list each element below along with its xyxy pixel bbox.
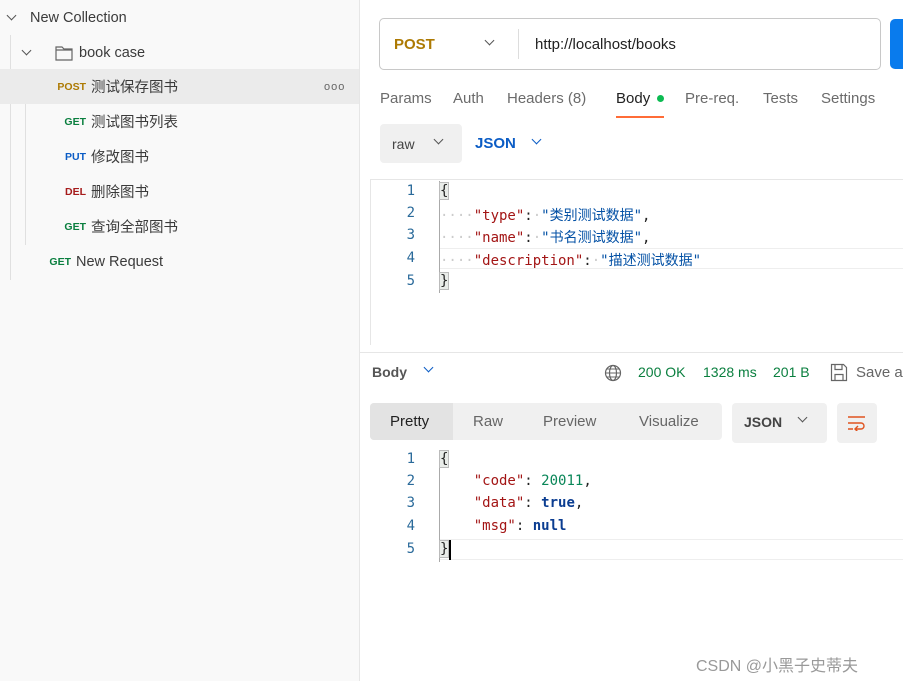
code-line: "code": 20011,	[473, 473, 592, 489]
view-raw[interactable]: Raw	[473, 413, 503, 430]
tab-body[interactable]: Body	[616, 90, 650, 107]
folder-icon	[55, 45, 73, 61]
response-body-select[interactable]: Body	[372, 364, 407, 380]
method-badge: DEL	[65, 185, 86, 198]
method-select[interactable]: POST	[394, 36, 435, 53]
request-item[interactable]: GET 查询全部图书	[0, 209, 359, 244]
modified-dot-icon	[657, 95, 664, 102]
save-icon	[830, 363, 848, 382]
tab-headers[interactable]: Headers (8)	[507, 90, 586, 107]
send-button[interactable]	[890, 19, 903, 69]
code-line: "data": true,	[473, 495, 584, 511]
code-line: {	[438, 450, 450, 468]
chevron-down-icon[interactable]	[484, 35, 495, 46]
request-item[interactable]: PUT 修改图书	[0, 139, 359, 174]
active-tab-indicator	[616, 116, 664, 118]
response-time[interactable]: 1328 ms	[703, 364, 757, 380]
line-number: 4	[406, 250, 415, 266]
code-line: ····"type":·"类别测试数据",	[440, 208, 651, 224]
chevron-down-icon[interactable]	[423, 362, 434, 373]
method-badge: POST	[57, 80, 86, 93]
tab-pre-request[interactable]: Pre-req.	[685, 90, 739, 107]
method-badge: GET	[64, 220, 86, 233]
chevron-down-icon	[6, 10, 17, 21]
method-badge: GET	[49, 255, 71, 268]
folder-book-case[interactable]: book case	[0, 35, 359, 70]
request-item[interactable]: POST 测试保存图书 ooo	[0, 69, 359, 104]
line-number: 1	[406, 451, 415, 467]
code-line: {	[438, 182, 450, 200]
request-name: New Request	[76, 253, 164, 270]
body-language-select[interactable]: JSON	[475, 135, 516, 152]
body-mode-label: raw	[392, 136, 415, 152]
line-number: 2	[406, 205, 415, 221]
chevron-down-icon	[797, 412, 808, 423]
code-line: ····"name":·"书名测试数据",	[440, 230, 651, 246]
globe-icon[interactable]	[604, 364, 622, 382]
request-name: 测试图书列表	[91, 115, 178, 131]
line-number: 4	[406, 518, 415, 534]
wrap-lines-icon	[848, 416, 865, 431]
text-cursor	[449, 540, 451, 560]
chevron-down-icon[interactable]	[531, 134, 542, 145]
method-badge: PUT	[65, 150, 86, 163]
view-visualize[interactable]: Visualize	[639, 413, 699, 430]
line-number: 2	[406, 473, 415, 489]
chevron-down-icon	[21, 45, 32, 56]
code-line: ····"description":·"描述测试数据"	[440, 253, 702, 269]
line-number: 5	[406, 273, 415, 289]
save-response-button[interactable]: Save a	[856, 364, 903, 381]
watermark: CSDN @小黑子史蒂夫	[696, 658, 859, 675]
url-bar: POST http://localhost/books	[379, 18, 881, 70]
tab-tests[interactable]: Tests	[763, 90, 798, 107]
line-number: 3	[406, 227, 415, 243]
more-options-icon[interactable]: ooo	[324, 81, 345, 93]
request-item[interactable]: GET New Request	[0, 244, 359, 279]
format-label: JSON	[744, 414, 783, 430]
tab-params[interactable]: Params	[380, 90, 432, 107]
status-code[interactable]: 200 OK	[638, 364, 685, 380]
request-name: 删除图书	[91, 185, 149, 201]
chevron-down-icon	[433, 134, 444, 145]
collection-name: New Collection	[30, 9, 127, 26]
code-line: }	[438, 540, 450, 558]
tab-auth[interactable]: Auth	[453, 90, 484, 107]
code-line: "msg": null	[473, 518, 567, 534]
collection-new-collection[interactable]: New Collection	[0, 0, 359, 35]
url-input[interactable]: http://localhost/books	[535, 36, 676, 53]
sidebar: New Collection book case POST 测试保存图书 ooo…	[0, 0, 360, 681]
view-pretty[interactable]: Pretty	[390, 413, 429, 430]
response-size[interactable]: 201 B	[773, 364, 810, 380]
response-format-select[interactable]: JSON	[732, 403, 827, 443]
request-item[interactable]: GET 测试图书列表	[0, 104, 359, 139]
body-mode-select[interactable]: raw	[380, 124, 462, 163]
wrap-lines-button[interactable]	[837, 403, 877, 443]
request-item[interactable]: DEL 删除图书	[0, 174, 359, 209]
line-number: 3	[406, 495, 415, 511]
request-name: 查询全部图书	[91, 220, 178, 236]
method-badge: GET	[64, 115, 86, 128]
request-name: 修改图书	[91, 150, 149, 166]
line-number: 5	[406, 541, 415, 557]
folder-name: book case	[79, 44, 146, 61]
code-line: }	[438, 272, 450, 290]
view-preview[interactable]: Preview	[543, 413, 596, 430]
response-view-tabs: Pretty Raw Preview Visualize	[370, 403, 722, 440]
request-name: 测试保存图书	[91, 80, 178, 96]
tab-settings[interactable]: Settings	[821, 90, 875, 107]
line-number: 1	[406, 183, 415, 199]
